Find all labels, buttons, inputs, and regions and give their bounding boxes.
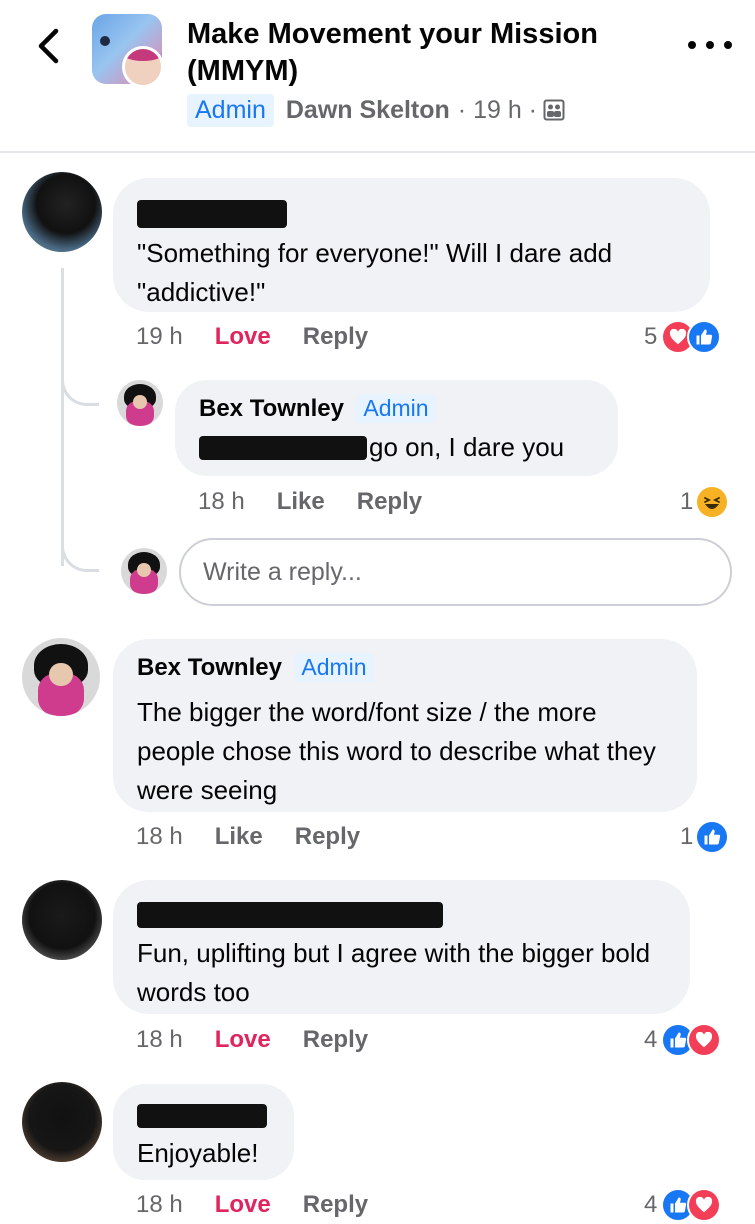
commenter-avatar[interactable] (22, 880, 102, 960)
thread-line (61, 268, 64, 566)
reaction-summary[interactable]: 4 (644, 1021, 722, 1059)
replier-avatar[interactable] (117, 380, 163, 426)
reaction-count: 1 (680, 488, 694, 515)
love-reaction-icon (687, 1023, 722, 1057)
post-meta: Admin Dawn Skelton · 19 h · (187, 92, 565, 128)
comment-bubble: "Something for everyone!" Will I dare ad… (113, 178, 710, 312)
post-time: · 19 h · (457, 95, 537, 124)
reply-button[interactable]: Reply (357, 488, 422, 516)
write-reply-input[interactable]: Write a reply... (179, 538, 732, 606)
group-avatar[interactable] (92, 14, 164, 88)
comment-text: Enjoyable! (137, 1138, 259, 1168)
comment-actions: 18 h Love Reply (136, 1186, 368, 1224)
comment-bubble: Enjoyable! (113, 1084, 294, 1180)
love-reaction-icon (687, 1188, 722, 1222)
comment-time: 19 h (136, 323, 183, 350)
comment-bubble: Bex Townley Admin The bigger the word/fo… (113, 639, 697, 812)
admin-badge: Admin (294, 653, 374, 682)
commenter-avatar[interactable] (22, 1082, 102, 1162)
comment-actions: 19 h Love Reply (136, 318, 368, 356)
redacted-name (137, 200, 287, 228)
commenter-avatar[interactable] (22, 638, 100, 716)
reaction-summary[interactable]: 1 (680, 818, 730, 856)
redacted-mention (199, 435, 367, 460)
like-reaction-icon (695, 820, 730, 854)
comment-actions: 18 h Love Reply (136, 1021, 368, 1059)
admin-badge: Admin (187, 93, 274, 127)
reply-actions: 18 h Like Reply (198, 483, 422, 521)
comment-author-name[interactable]: Bex Townley (137, 654, 282, 682)
reply-text: go on, I dare you (369, 432, 565, 462)
header-divider (0, 151, 755, 153)
reply-button[interactable]: Reply (303, 1026, 368, 1054)
reaction-count: 5 (644, 323, 658, 350)
commenter-avatar[interactable] (22, 172, 102, 252)
reaction-summary[interactable]: 4 (644, 1186, 722, 1224)
comment-text: The bigger the word/font size / the more… (137, 697, 656, 805)
comment-time: 18 h (136, 1191, 183, 1218)
comment-text: "Something for everyone!" Will I dare ad… (137, 238, 613, 307)
redacted-name (137, 1104, 267, 1128)
comment-time: 18 h (136, 823, 183, 850)
more-horizontal-icon (688, 41, 696, 49)
comment-bubble: Fun, uplifting but I agree with the bigg… (113, 880, 690, 1014)
reaction-count: 1 (680, 823, 694, 850)
love-button[interactable]: Love (215, 1191, 271, 1219)
reaction-summary[interactable]: 1 (680, 483, 730, 521)
thread-branch (61, 372, 99, 406)
admin-badge: Admin (356, 394, 436, 423)
more-options-button[interactable] (688, 30, 732, 60)
reaction-count: 4 (644, 1026, 658, 1053)
like-button[interactable]: Like (215, 823, 263, 851)
reaction-summary[interactable]: 5 (644, 318, 722, 356)
reply-bubble: Bex Townley Admin go on, I dare you (175, 380, 618, 476)
reply-author-name[interactable]: Bex Townley (199, 395, 344, 423)
love-button[interactable]: Love (215, 323, 271, 351)
chevron-left-icon (38, 28, 59, 64)
comment-time: 18 h (136, 1026, 183, 1053)
reply-text-row: go on, I dare you (199, 428, 594, 467)
thread-branch (61, 538, 99, 572)
reply-button[interactable]: Reply (303, 1191, 368, 1219)
more-dot (706, 41, 714, 49)
admin-avatar (122, 46, 164, 88)
post-author[interactable]: Dawn Skelton (286, 96, 450, 125)
comment-actions: 18 h Like Reply (136, 818, 360, 856)
reaction-count: 4 (644, 1191, 658, 1218)
group-members-icon (543, 99, 565, 121)
more-dot (724, 41, 732, 49)
haha-reaction-icon (695, 485, 730, 519)
redacted-name (137, 902, 443, 928)
group-name[interactable]: Make Movement your Mission (MMYM) (187, 16, 637, 90)
like-reaction-icon (687, 320, 722, 354)
reply-button[interactable]: Reply (295, 823, 360, 851)
reply-time: 18 h (198, 488, 245, 515)
current-user-avatar (121, 548, 167, 594)
comment-text: Fun, uplifting but I agree with the bigg… (137, 938, 651, 1007)
love-button[interactable]: Love (215, 1026, 271, 1054)
reply-button[interactable]: Reply (303, 323, 368, 351)
like-button[interactable]: Like (277, 488, 325, 516)
back-button[interactable] (28, 22, 68, 70)
